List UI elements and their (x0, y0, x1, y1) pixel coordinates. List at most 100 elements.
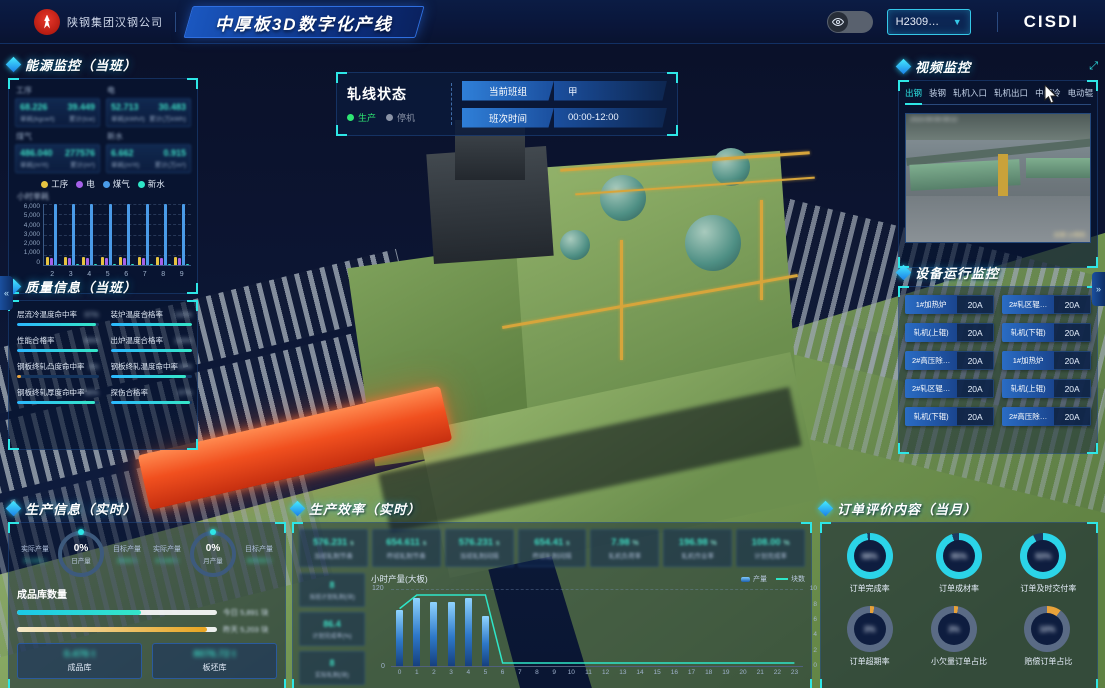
donut-value: 10% (1031, 613, 1063, 645)
output-chart-legend: 产量块数 (741, 574, 805, 584)
donut-value: 3% (938, 613, 970, 645)
inventory-bar: 昨天 5,203 块 (17, 624, 277, 635)
collapse-right-button[interactable]: » (1092, 272, 1105, 306)
energy-chart-title: 小时单耗 (17, 191, 191, 202)
energy-chart-yaxis: 6,0005,0004,0003,0002,0001,0000 (15, 204, 43, 276)
order-donut: 3% 小欠量订单占比 (931, 606, 987, 667)
bar-group (156, 204, 171, 265)
bar-group (101, 204, 116, 265)
efficiency-stat: 196.98 %轧机作业率 (663, 529, 732, 567)
bar (160, 258, 163, 265)
status-badge: 班次时间00:00-12:00 (462, 108, 667, 128)
bar-group (64, 204, 79, 265)
bar (178, 258, 181, 265)
x-tick-label: 21 (752, 669, 769, 676)
donut-value: 95% (943, 540, 975, 572)
video-title-row: 视频监控 ⤢ (898, 56, 1098, 76)
quality-box: 层流冷温度命中率97%装炉温度合格率100%性能合格率99%出炉温度合格率100… (8, 300, 198, 450)
cctv-video-frame[interactable]: 2023-09-06 08:12 出钢 1#相机 (905, 113, 1091, 243)
company-name: 陕钢集团汉钢公司 (67, 14, 163, 30)
legend-item: 电 (76, 178, 95, 190)
video-tab-3[interactable]: 轧机出口 (994, 87, 1028, 101)
efficiency-stat: 654.41 s昨班轧制间隔 (518, 529, 587, 567)
collapse-left-button[interactable]: « (0, 276, 13, 310)
energy-metric-name: 新水 (107, 131, 191, 142)
expand-icon[interactable]: ⤢ (1089, 60, 1098, 73)
video-box: 出钢装钢轧机入口轧机出口中间冷电动辊 2023-09-06 08:12 出钢 1… (898, 80, 1098, 268)
energy-hourly-chart: 6,0005,0004,0003,0002,0001,000023456789 (15, 204, 191, 276)
donut-ring: 10% (1024, 606, 1070, 652)
bar (105, 258, 108, 265)
output-chart-header: 小时产量(大板) 产量块数 (371, 573, 805, 585)
bar (90, 204, 93, 265)
energy-metric: 煤气486.040单耗(m³/t)277576累计(m³) (15, 131, 100, 173)
panel-line-status: 轧线状态 生产停机 当前班组甲班次时间00:00-12:00 (336, 72, 678, 136)
video-tab-1[interactable]: 装钢 (929, 87, 946, 101)
panel-order-evaluation: 订单评价内容（当月） 98%订单完成率95%订单成材率93%订单及时交付率3%订… (820, 498, 1098, 688)
equipment-item: 轧机(上辊)20A (1002, 379, 1091, 398)
video-tab-2[interactable]: 轧机入口 (953, 87, 987, 101)
inventory-bar: 今日 5,891 块 (17, 607, 277, 618)
inventory-box-finished: 0.476 t 成品库 (17, 643, 142, 679)
bar (76, 264, 79, 265)
efficiency-title: 生产效率（实时） (309, 499, 421, 518)
scene-railing-5 (760, 200, 763, 300)
efficiency-stat: 108.00 %计划完成率 (736, 529, 805, 567)
page-title: 中厚板3D数字化产线 (215, 9, 393, 34)
x-tick-label: 20 (734, 669, 751, 676)
diamond-icon (6, 56, 22, 72)
order-donut-grid: 98%订单完成率95%订单成材率93%订单及时交付率3%订单超期率3%小欠量订单… (827, 533, 1091, 667)
panel-video-monitor: 视频监控 ⤢ 出钢装钢轧机入口轧机出口中间冷电动辊 2023-09-06 08:… (898, 56, 1098, 268)
y-tick-label: 3,000 (24, 232, 40, 239)
efficiency-stats-row: 576.231 s当班轧制节奏654.611 s昨班轧制节奏576.231 s当… (299, 529, 805, 567)
donut-label: 小欠量订单占比 (931, 656, 987, 667)
bar (82, 257, 85, 265)
y-right-tick: 8 (813, 601, 817, 608)
inventory-label: 板坯库 (203, 662, 227, 673)
quality-item: 装炉温度合格率100% (111, 309, 193, 326)
orders-title: 订单评价内容（当月） (837, 499, 977, 518)
scheme-dropdown[interactable]: H2309… ▼ (887, 9, 971, 35)
inventory-value: 8076.72 t (193, 649, 235, 660)
bar (156, 257, 159, 265)
bar (186, 264, 189, 265)
orders-box: 98%订单完成率95%订单成材率93%订单及时交付率3%订单超期率3%小欠量订单… (820, 522, 1098, 688)
output-chart-plot: 12001086420 (391, 589, 803, 667)
bar-slot (769, 589, 786, 666)
x-tick-label: 19 (717, 669, 734, 676)
quality-item: 层流冷温度命中率97% (17, 309, 99, 326)
line-status-title: 轧线状态 (347, 84, 451, 104)
eye-icon (828, 12, 848, 32)
bar (101, 257, 104, 265)
bar (86, 258, 89, 265)
video-tab-0[interactable]: 出钢 (905, 87, 922, 101)
y-right-tick: 10 (810, 585, 817, 592)
energy-metric: 电52.713单耗(kWh/t)30.483累计(万kWh) (106, 85, 191, 127)
bar-group (119, 204, 134, 265)
bar (72, 204, 75, 265)
x-tick-label: 18 (700, 669, 717, 676)
equipment-item: 1#加热炉20A (905, 295, 994, 314)
flame-icon (42, 15, 52, 29)
donut-label: 赔偿订单占比 (1024, 656, 1072, 667)
energy-bar-groups (44, 204, 191, 265)
donut-label: 订单成材率 (936, 583, 982, 594)
bar-group (174, 204, 189, 265)
efficiency-body: 8当班计划轧制(块)86.4计划完成率(%)8实际轧制(块) 小时产量(大板) … (299, 573, 805, 685)
scene-railing-4 (620, 240, 623, 360)
output-line-series (391, 589, 691, 688)
video-tab-5[interactable]: 电动辊 (1068, 87, 1094, 101)
y-tick-label: 4,000 (24, 223, 40, 230)
visibility-toggle[interactable] (827, 11, 873, 33)
y-tick-label: 6,000 (24, 204, 40, 211)
quality-title-row: 质量信息（当班） (8, 276, 198, 296)
mouse-cursor (1044, 85, 1059, 110)
donut-ring: 95% (936, 533, 982, 579)
bar (46, 257, 49, 265)
legend-item: 新水 (138, 178, 165, 190)
equipment-title-row: 设备运行监控 (898, 262, 1098, 282)
efficiency-stat: 576.231 s当班轧制间隔 (445, 529, 514, 567)
order-donut: 95% 订单成材率 (936, 533, 982, 594)
bar (164, 204, 167, 265)
panel-production-efficiency: 生产效率（实时） 576.231 s当班轧制节奏654.611 s昨班轧制节奏5… (292, 498, 812, 688)
